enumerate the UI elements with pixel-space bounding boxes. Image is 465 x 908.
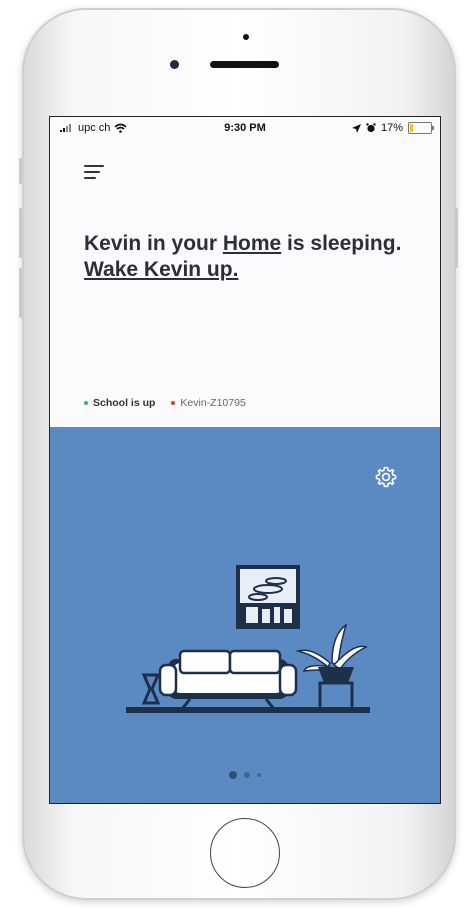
mute-switch	[19, 158, 22, 184]
home-button[interactable]	[210, 818, 280, 888]
tag-row: School is up Kevin-Z10795	[84, 397, 246, 409]
status-right: 17%	[351, 122, 434, 134]
tag-label: School is up	[93, 397, 156, 409]
alarm-icon	[366, 123, 376, 133]
tag-label: Kevin-Z10795	[180, 397, 246, 409]
front-camera	[170, 60, 179, 69]
side-table	[141, 673, 161, 705]
battery-fill	[410, 124, 413, 132]
wake-kevin-link[interactable]: Wake Kevin up.	[84, 258, 238, 281]
headline-text-start: Kevin in your	[84, 232, 223, 255]
living-room-illustration	[126, 565, 370, 713]
page-dot-2[interactable]	[244, 772, 250, 778]
tag-device: Kevin-Z10795	[171, 397, 246, 409]
page-dot-1[interactable]	[229, 771, 237, 779]
earpiece-speaker	[210, 61, 279, 68]
page-indicator	[50, 771, 440, 779]
tag-school: School is up	[84, 397, 155, 409]
volume-up-button	[19, 208, 22, 258]
battery-percent: 17%	[380, 122, 403, 134]
tag-dot-green	[84, 401, 88, 405]
room-panel	[50, 427, 440, 803]
page-dot-3[interactable]	[257, 773, 261, 777]
status-headline: Kevin in your Home is sleeping. Wake Kev…	[84, 231, 404, 283]
app-screen: upc ch 9:30 PM 17% Kevin in your Home is	[49, 116, 441, 804]
volume-down-button	[19, 268, 22, 318]
battery-icon	[408, 122, 434, 134]
floor-line	[126, 707, 370, 713]
home-link[interactable]: Home	[223, 232, 281, 255]
tag-dot-red	[171, 401, 176, 405]
power-button	[455, 208, 458, 268]
potted-plant	[295, 623, 368, 711]
sofa	[158, 649, 298, 710]
headline-text-end: is sleeping.	[281, 232, 402, 255]
status-bar: upc ch 9:30 PM 17%	[50, 117, 440, 139]
settings-gear-icon[interactable]	[374, 465, 398, 489]
menu-icon[interactable]	[84, 165, 104, 181]
sensor-dot	[243, 34, 249, 40]
location-arrow-icon	[351, 123, 361, 133]
